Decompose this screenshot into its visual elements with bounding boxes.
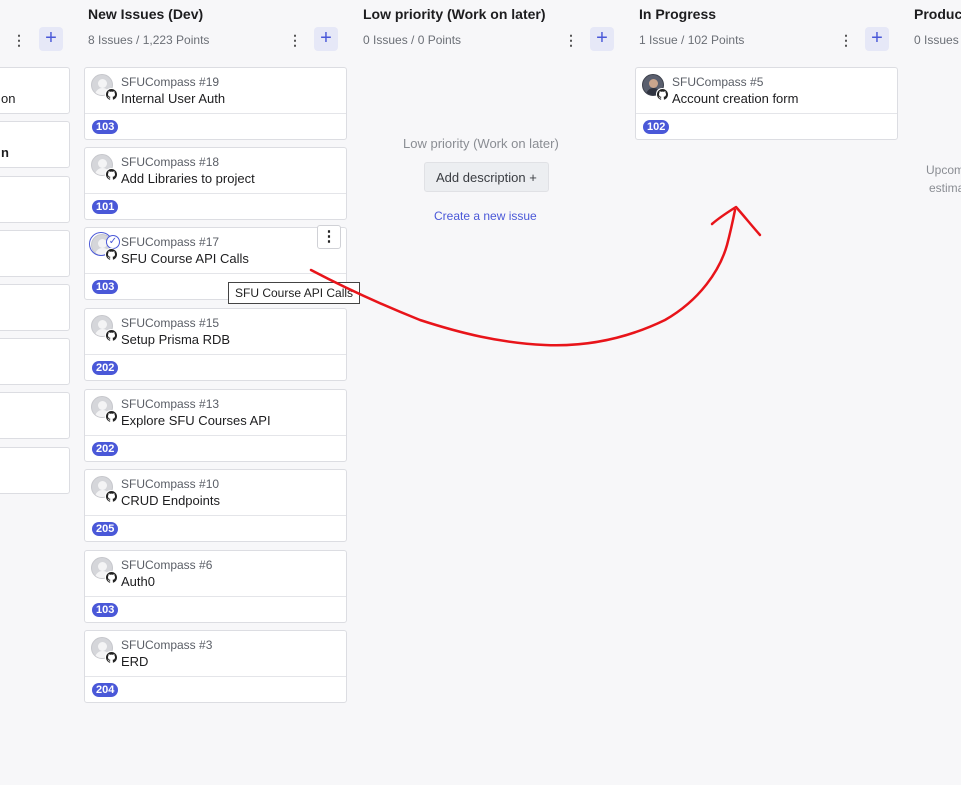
points-badge: 102 (643, 120, 670, 134)
card-title[interactable]: Add Libraries to project (121, 171, 255, 186)
issue-card[interactable]: SFUCompass #6 Auth0 103 (84, 550, 347, 623)
github-icon (105, 88, 117, 100)
card-repo: SFUCompass #17 (121, 235, 220, 249)
points-badge: 103 (92, 603, 119, 617)
column-menu-icon[interactable]: ⋮ (12, 31, 26, 49)
column-title: Low priority (Work on later) (363, 6, 546, 22)
github-icon (105, 490, 117, 502)
issue-card-partial[interactable] (0, 338, 70, 385)
card-repo: SFUCompass #6 (121, 558, 213, 572)
issue-card-partial[interactable] (0, 284, 70, 331)
column-menu-icon[interactable]: ⋮ (564, 31, 578, 49)
column-meta: 8 Issues / 1,223 Points (88, 33, 210, 47)
issue-card[interactable]: SFUCompass #10 CRUD Endpoints 205 (84, 469, 347, 542)
points-badge: 101 (92, 200, 119, 214)
card-title[interactable]: Internal User Auth (121, 91, 225, 106)
github-icon (105, 248, 117, 260)
card-title: on (1, 91, 16, 106)
add-issue-button[interactable]: + (314, 27, 338, 51)
github-icon (656, 88, 668, 100)
column-meta: 0 Issues / 0 Points (363, 33, 462, 47)
github-icon (105, 571, 117, 583)
points-badge: 202 (92, 442, 119, 456)
card-title: n (1, 145, 9, 160)
add-issue-button[interactable]: + (865, 27, 889, 51)
points-badge: 205 (92, 522, 119, 536)
points-badge: 204 (92, 683, 119, 697)
issue-card-partial[interactable]: n (0, 121, 70, 168)
issue-card-partial[interactable] (0, 392, 70, 439)
column-menu-icon[interactable]: ⋮ (839, 31, 853, 49)
issue-card-partial[interactable] (0, 176, 70, 223)
issue-card[interactable]: SFUCompass #18 Add Libraries to project … (84, 147, 347, 220)
card-title[interactable]: CRUD Endpoints (121, 493, 220, 508)
issue-card[interactable]: SFUCompass #13 Explore SFU Courses API 2… (84, 389, 347, 462)
column-title: Product (914, 6, 961, 22)
github-icon (105, 410, 117, 422)
issue-card[interactable]: SFUCompass #15 Setup Prisma RDB 202 (84, 308, 347, 381)
column-menu-icon[interactable]: ⋮ (288, 31, 302, 49)
card-title[interactable]: Explore SFU Courses API (121, 413, 271, 428)
issue-card[interactable]: SFUCompass #3 ERD 204 (84, 630, 347, 703)
add-issue-button[interactable]: + (590, 27, 614, 51)
github-icon (105, 168, 117, 180)
card-repo: SFUCompass #15 (121, 316, 220, 330)
card-title[interactable]: Auth0 (121, 574, 155, 589)
issue-card-partial[interactable] (0, 230, 70, 277)
card-title[interactable]: ERD (121, 654, 148, 669)
issue-card[interactable]: SFUCompass #19 Internal User Auth 103 (84, 67, 347, 140)
upcoming-label: Upcom (926, 163, 961, 177)
column-title: In Progress (639, 6, 717, 22)
column-meta: 1 Issue / 102 Points (639, 33, 745, 47)
github-icon (105, 329, 117, 341)
column-title: New Issues (Dev) (88, 6, 204, 22)
card-repo: SFUCompass #5 (672, 75, 764, 89)
card-repo: SFUCompass #13 (121, 397, 220, 411)
issue-card[interactable]: SFUCompass #5 Account creation form 102 (635, 67, 898, 140)
points-badge: 202 (92, 361, 119, 375)
upcoming-label: estima (929, 181, 961, 195)
card-repo: SFUCompass #19 (121, 75, 220, 89)
card-repo: SFUCompass #3 (121, 638, 213, 652)
card-title[interactable]: Setup Prisma RDB (121, 332, 230, 347)
check-icon[interactable]: ✓ (106, 235, 120, 249)
points-badge: 103 (92, 280, 119, 294)
column-meta: 0 Issues / (914, 33, 961, 47)
card-repo: SFUCompass #10 (121, 477, 220, 491)
issue-card-partial[interactable]: on (0, 67, 70, 114)
issue-card-partial[interactable] (0, 447, 70, 494)
add-issue-button[interactable]: + (39, 27, 63, 51)
points-badge: 103 (92, 120, 119, 134)
create-issue-link[interactable]: Create a new issue (434, 209, 537, 223)
card-title[interactable]: Account creation form (672, 91, 798, 106)
card-repo: SFUCompass #18 (121, 155, 220, 169)
tooltip: SFU Course API Calls (228, 282, 361, 304)
github-icon (105, 651, 117, 663)
empty-column-label: Low priority (Work on later) (403, 136, 559, 151)
card-title[interactable]: SFU Course API Calls (121, 251, 249, 266)
add-description-button[interactable]: Add description + (424, 162, 549, 192)
card-more-icon[interactable]: ⋮ (317, 225, 341, 249)
